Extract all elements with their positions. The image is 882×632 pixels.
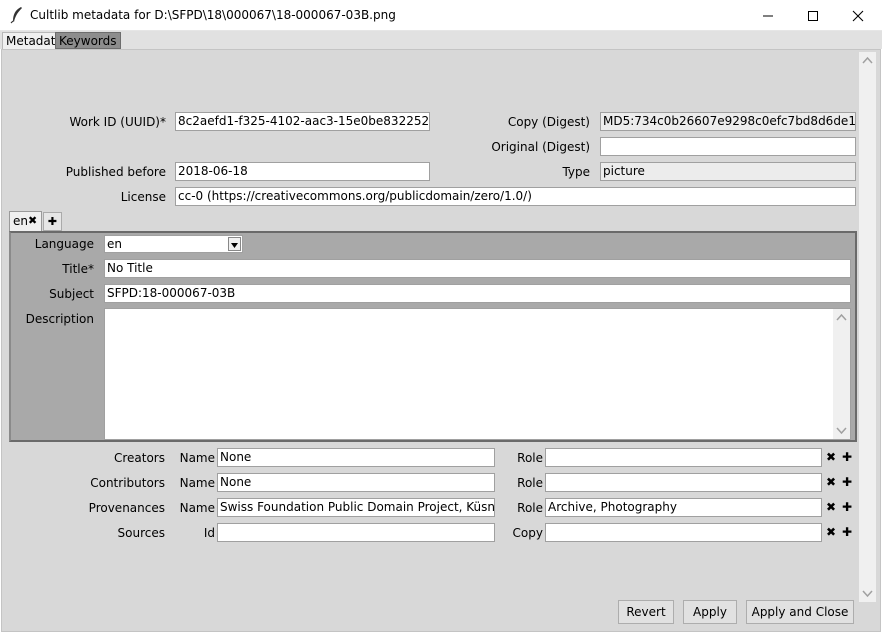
sources-id-label: Id <box>203 526 215 540</box>
main-tab-bar <box>0 31 882 49</box>
apply-and-close-button[interactable]: Apply and Close <box>746 600 854 624</box>
close-icon <box>852 10 864 22</box>
scroll-up-icon[interactable] <box>833 309 850 326</box>
maximize-button[interactable] <box>790 0 836 31</box>
scroll-up-icon[interactable] <box>859 52 876 69</box>
remove-contributor-icon[interactable]: ✖ <box>824 476 838 490</box>
language-value: en <box>107 237 122 251</box>
sources-label: Sources <box>117 526 165 540</box>
copy-digest-label: Copy (Digest) <box>507 115 590 129</box>
description-textarea[interactable] <box>104 308 851 440</box>
title-field[interactable]: No Title <box>104 259 851 278</box>
tab-keywords[interactable]: Keywords <box>55 32 121 49</box>
creators-name-label: Name <box>179 451 215 465</box>
copy-digest-field[interactable]: MD5:734c0b26607e9298c0efc7bd8d6de10c <box>600 112 856 131</box>
language-label: Language <box>34 237 94 251</box>
work-id-label: Work ID (UUID)* <box>69 115 166 129</box>
minimize-button[interactable] <box>745 0 791 31</box>
original-digest-label: Original (Digest) <box>491 140 590 154</box>
language-select[interactable]: en <box>104 235 243 253</box>
provenances-role-field[interactable]: Archive, Photography <box>545 498 822 517</box>
provenances-label: Provenances <box>88 501 165 515</box>
creators-label: Creators <box>113 451 165 465</box>
subject-label: Subject <box>49 287 94 301</box>
original-digest-field[interactable] <box>600 137 856 156</box>
creators-role-field[interactable] <box>545 448 822 467</box>
sources-copy-field[interactable] <box>545 523 822 542</box>
contributors-label: Contributors <box>90 476 165 490</box>
add-creator-icon[interactable]: ✚ <box>840 451 854 465</box>
type-field[interactable]: picture <box>600 162 856 181</box>
add-provenance-icon[interactable]: ✚ <box>840 501 854 515</box>
window-title: Cultlib metadata for D:\SFPD\18\000067\1… <box>30 8 396 22</box>
apply-button[interactable]: Apply <box>683 600 737 624</box>
remove-creator-icon[interactable]: ✖ <box>824 451 838 465</box>
tab-language-en[interactable]: en ✖ <box>9 211 42 231</box>
close-button[interactable] <box>835 0 881 31</box>
scroll-down-icon[interactable] <box>833 422 850 439</box>
title-label: Title* <box>62 262 94 276</box>
type-label: Type <box>562 165 590 179</box>
creators-name-field[interactable]: None <box>217 448 495 467</box>
license-label: License <box>120 190 166 204</box>
vertical-scrollbar[interactable] <box>859 52 876 602</box>
close-tab-icon[interactable]: ✖ <box>28 214 37 227</box>
creators-role-label: Role <box>517 451 543 465</box>
license-field[interactable]: cc-0 (https://creativecommons.org/public… <box>175 187 856 206</box>
minimize-icon <box>763 15 773 17</box>
contributors-name-field[interactable]: None <box>217 473 495 492</box>
provenances-role-label: Role <box>517 501 543 515</box>
description-label: Description <box>25 312 94 326</box>
provenances-name-label: Name <box>179 501 215 515</box>
work-id-field[interactable]: 8c2aefd1-f325-4102-aac3-15e0be832252 <box>175 112 430 131</box>
remove-source-icon[interactable]: ✖ <box>824 526 838 540</box>
add-source-icon[interactable]: ✚ <box>840 526 854 540</box>
scroll-down-icon[interactable] <box>859 585 876 602</box>
add-language-tab-button[interactable]: ✚ <box>43 212 62 231</box>
contributors-name-label: Name <box>179 476 215 490</box>
lang-tab-label: en <box>13 214 28 228</box>
provenances-name-field[interactable]: Swiss Foundation Public Domain Project, … <box>217 498 495 517</box>
add-contributor-icon[interactable]: ✚ <box>840 476 854 490</box>
plus-icon: ✚ <box>47 215 58 228</box>
contributors-role-field[interactable] <box>545 473 822 492</box>
description-scrollbar[interactable] <box>833 309 850 439</box>
published-before-field[interactable]: 2018-06-18 <box>175 162 430 181</box>
maximize-icon <box>808 11 818 21</box>
revert-button[interactable]: Revert <box>618 600 674 624</box>
dropdown-arrow-icon[interactable] <box>228 237 241 251</box>
published-before-label: Published before <box>65 165 166 179</box>
feather-icon <box>9 6 25 24</box>
sources-id-field[interactable] <box>217 523 495 542</box>
sources-copy-label: Copy <box>512 526 543 540</box>
remove-provenance-icon[interactable]: ✖ <box>824 501 838 515</box>
contributors-role-label: Role <box>517 476 543 490</box>
subject-field[interactable]: SFPD:18-000067-03B <box>104 284 851 303</box>
